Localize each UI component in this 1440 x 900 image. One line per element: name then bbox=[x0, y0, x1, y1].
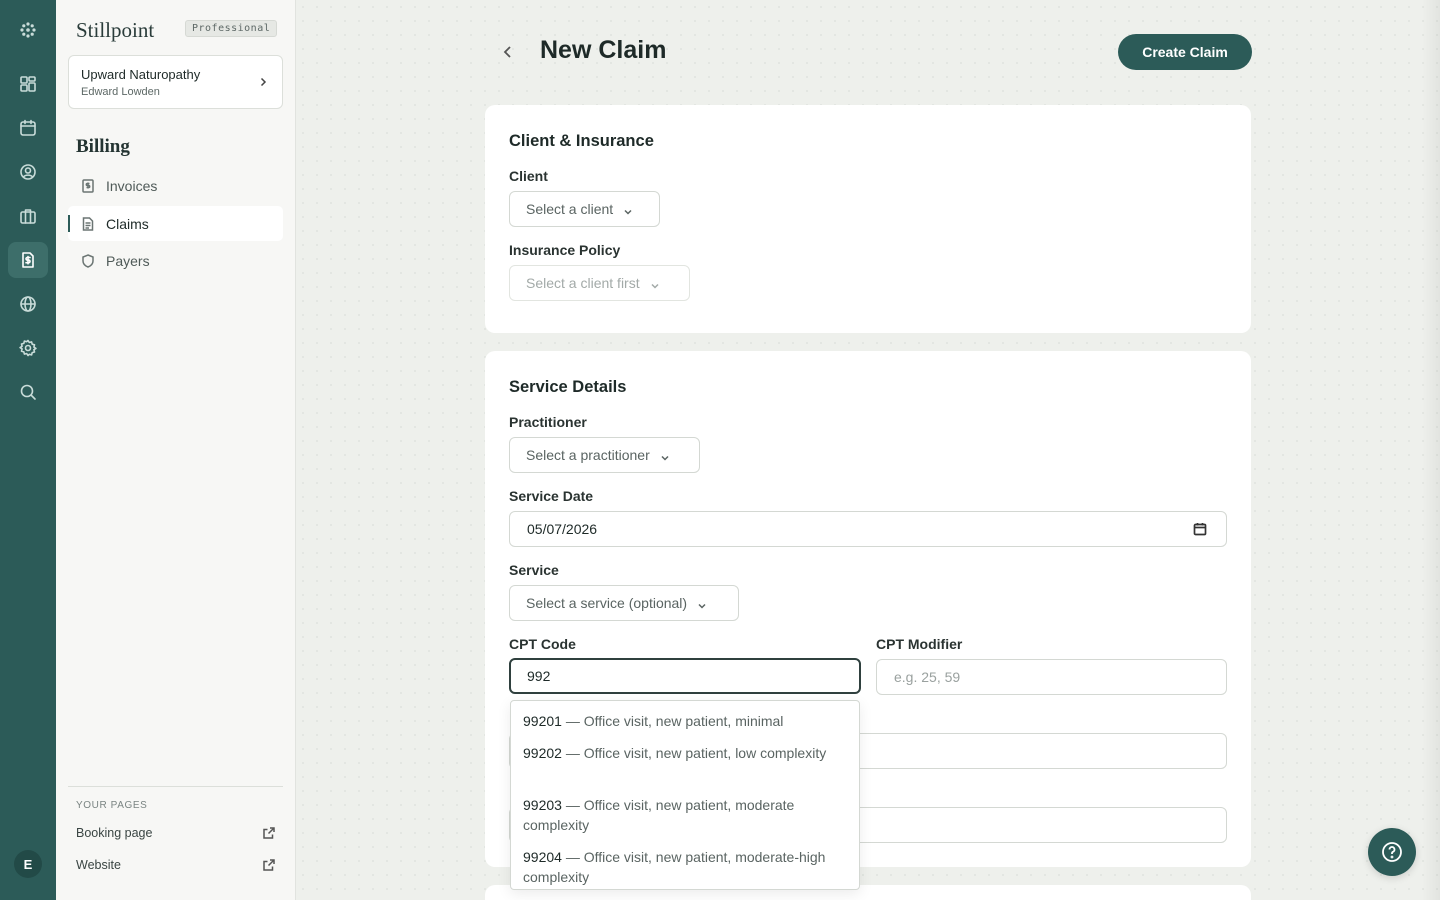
policy-select-value: Select a client first bbox=[526, 275, 640, 291]
calendar-icon[interactable] bbox=[1193, 522, 1207, 536]
logo-icon[interactable] bbox=[8, 12, 48, 48]
chevron-down-icon bbox=[650, 278, 660, 289]
service-date-value: 05/07/2026 bbox=[527, 521, 598, 537]
insurance-policy-label: Insurance Policy bbox=[509, 242, 621, 258]
sidebar-item-label: Claims bbox=[106, 215, 149, 232]
service-date-input[interactable]: 05/07/2026 bbox=[509, 511, 1227, 547]
icon-rail: E bbox=[0, 0, 56, 900]
help-icon bbox=[1382, 842, 1402, 862]
client-select-value: Select a client bbox=[526, 201, 614, 217]
cpt-option-code: 99201 bbox=[523, 713, 562, 729]
billing-icon[interactable] bbox=[8, 242, 48, 278]
sidebar-item-label: Invoices bbox=[106, 177, 158, 194]
avatar[interactable]: E bbox=[14, 850, 42, 878]
cpt-option-code: 99204 bbox=[523, 849, 562, 865]
sidebar: Stillpoint Professional Upward Naturopat… bbox=[56, 0, 296, 900]
cpt-modifier-input[interactable]: e.g. 25, 59 bbox=[876, 659, 1227, 695]
cpt-option-code: 99203 bbox=[523, 797, 562, 813]
link-label: Website bbox=[76, 858, 121, 872]
chevron-left-icon bbox=[503, 46, 511, 58]
invoice-icon bbox=[81, 179, 95, 193]
section-title: Billing bbox=[76, 136, 130, 157]
external-link-icon bbox=[262, 826, 276, 840]
shield-icon bbox=[81, 254, 95, 268]
booking-page-link[interactable]: Booking page bbox=[76, 826, 276, 840]
calendar-icon[interactable] bbox=[8, 110, 48, 146]
client-label: Client bbox=[509, 168, 548, 184]
brand-logo: Stillpoint bbox=[76, 18, 155, 42]
cpt-option-code: 99202 bbox=[523, 745, 562, 761]
chevron-right-icon bbox=[258, 74, 268, 90]
plan-badge: Professional bbox=[185, 20, 278, 37]
chevron-down-icon bbox=[660, 450, 670, 461]
client-select[interactable]: Select a client bbox=[509, 191, 660, 227]
globe-icon[interactable] bbox=[8, 286, 48, 322]
sidebar-item-payers[interactable]: Payers bbox=[68, 243, 283, 278]
cpt-option-desc: — Office visit, new patient, low complex… bbox=[561, 745, 827, 761]
create-claim-button[interactable]: Create Claim bbox=[1118, 34, 1252, 70]
card-title: Service Details bbox=[509, 378, 627, 396]
briefcase-icon[interactable] bbox=[8, 198, 48, 234]
page-title: New Claim bbox=[540, 36, 667, 64]
cpt-option-99203[interactable]: 99203 — Office visit, new patient, moder… bbox=[523, 795, 843, 835]
practitioner-label: Practitioner bbox=[509, 414, 587, 430]
divider bbox=[68, 786, 283, 787]
external-link-icon bbox=[262, 858, 276, 872]
cpt-option-99201[interactable]: 99201 — Office visit, new patient, minim… bbox=[523, 711, 843, 731]
link-label: Booking page bbox=[76, 826, 153, 840]
cpt-option-99202[interactable]: 99202 — Office visit, new patient, low c… bbox=[523, 743, 843, 763]
service-label: Service bbox=[509, 562, 559, 578]
sidebar-item-label: Payers bbox=[106, 252, 150, 269]
chevron-down-icon bbox=[697, 598, 707, 609]
service-date-label: Service Date bbox=[509, 488, 594, 504]
sidebar-item-claims[interactable]: Claims bbox=[68, 206, 283, 241]
client-insurance-card: Client & Insurance Client Select a clien… bbox=[485, 105, 1251, 333]
chevron-down-icon bbox=[623, 204, 633, 215]
org-user: Edward Lowden bbox=[81, 86, 160, 98]
practitioner-select[interactable]: Select a practitioner bbox=[509, 437, 700, 473]
help-button[interactable] bbox=[1368, 828, 1416, 876]
cpt-option-99204[interactable]: 99204 — Office visit, new patient, moder… bbox=[523, 847, 843, 887]
insurance-policy-select[interactable]: Select a client first bbox=[509, 265, 690, 301]
org-switcher[interactable]: Upward Naturopathy Edward Lowden bbox=[68, 55, 283, 109]
service-select-value: Select a service (optional) bbox=[526, 595, 688, 611]
cpt-suggestions-dropdown: 99201 — Office visit, new patient, minim… bbox=[510, 700, 860, 890]
cpt-modifier-placeholder: e.g. 25, 59 bbox=[894, 669, 961, 685]
back-button[interactable] bbox=[496, 40, 520, 64]
search-icon[interactable] bbox=[8, 374, 48, 410]
cpt-option-desc: — Office visit, new patient, moderate-hi… bbox=[523, 849, 826, 885]
card-title: Client & Insurance bbox=[509, 132, 654, 150]
dashboard-icon[interactable] bbox=[8, 66, 48, 102]
cpt-modifier-label: CPT Modifier bbox=[876, 636, 963, 652]
org-name: Upward Naturopathy bbox=[81, 67, 201, 82]
cpt-option-desc: — Office visit, new patient, moderate co… bbox=[523, 797, 795, 833]
cpt-code-value: 992 bbox=[527, 668, 551, 684]
pages-heading: YOUR PAGES bbox=[76, 800, 148, 811]
sidebar-item-invoices[interactable]: Invoices bbox=[68, 168, 283, 203]
document-icon bbox=[81, 217, 95, 231]
website-link[interactable]: Website bbox=[76, 858, 276, 872]
service-select[interactable]: Select a service (optional) bbox=[509, 585, 739, 621]
settings-icon[interactable] bbox=[8, 330, 48, 366]
cpt-option-desc: — Office visit, new patient, minimal bbox=[561, 713, 784, 729]
practitioner-select-value: Select a practitioner bbox=[526, 447, 650, 463]
main-content: New Claim Create Claim Client & Insuranc… bbox=[296, 0, 1440, 900]
cpt-code-label: CPT Code bbox=[509, 636, 576, 652]
cpt-code-input[interactable]: 992 bbox=[509, 658, 861, 694]
clients-icon[interactable] bbox=[8, 154, 48, 190]
page-edge-shadow bbox=[1422, 0, 1440, 900]
